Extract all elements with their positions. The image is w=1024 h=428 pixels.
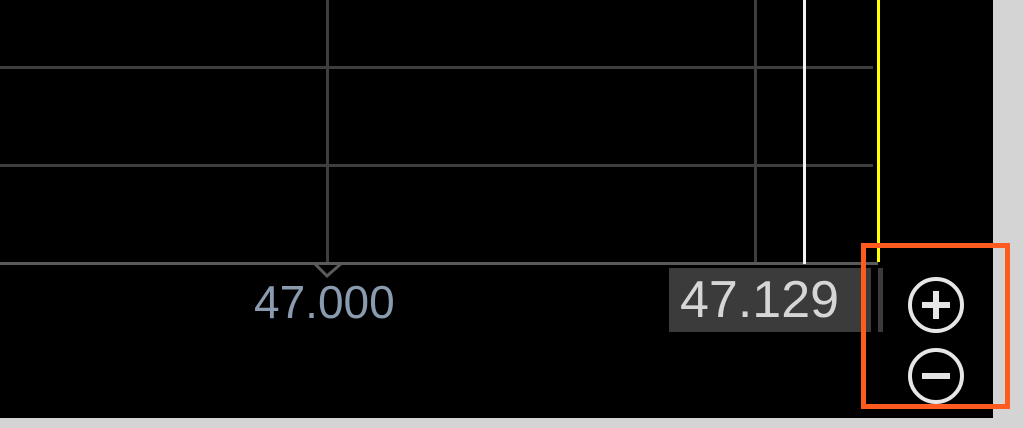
vertical-gridline — [754, 0, 757, 262]
bottom-gutter — [0, 418, 1024, 428]
chart-plot-area[interactable]: 47.000 47.129 — [0, 0, 993, 418]
zoom-out-button[interactable] — [908, 348, 964, 404]
chart-app: 47.000 47.129 — [0, 0, 1024, 428]
vertical-gridline — [326, 0, 329, 262]
cursor-line — [877, 0, 880, 262]
zoom-in-button[interactable] — [908, 277, 964, 333]
x-axis-tick-label: 47.000 — [254, 276, 395, 328]
horizontal-gridline — [0, 164, 873, 167]
horizontal-gridline — [0, 66, 873, 69]
x-axis-line — [0, 262, 878, 265]
price-marker-line — [803, 0, 806, 264]
current-price-label: 47.129 — [680, 271, 840, 329]
